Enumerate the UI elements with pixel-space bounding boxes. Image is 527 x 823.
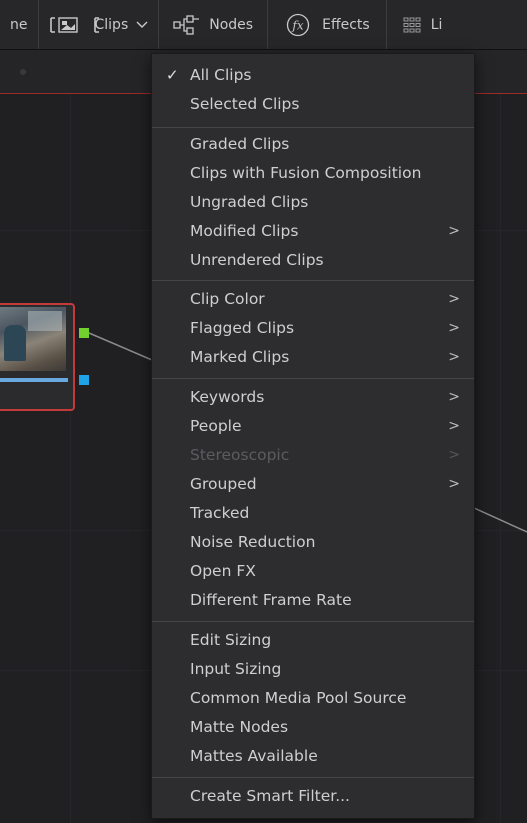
menu-item-grouped[interactable]: Grouped >: [152, 470, 474, 499]
corrector-node[interactable]: [0, 303, 75, 411]
menu-item-fusion-clips[interactable]: Clips with Fusion Composition: [152, 159, 474, 188]
fx-icon: fx: [286, 13, 310, 37]
menu-item-label: Clip Color: [190, 290, 265, 308]
menu-item-label: Marked Clips: [190, 348, 290, 366]
menu-item-ungraded-clips[interactable]: Ungraded Clips: [152, 188, 474, 217]
grid-icon: [403, 17, 421, 33]
chevron-down-icon: [136, 21, 148, 29]
menu-item-common-media-pool-source[interactable]: Common Media Pool Source: [152, 684, 474, 713]
menu-item-label: Flagged Clips: [190, 319, 295, 337]
menu-item-all-clips[interactable]: ✓ All Clips: [152, 61, 474, 90]
menu-item-edit-sizing[interactable]: Edit Sizing: [152, 626, 474, 655]
lightbox-label: Li: [430, 16, 443, 33]
menu-item-label: Common Media Pool Source: [190, 689, 407, 707]
menu-item-marked-clips[interactable]: Marked Clips >: [152, 343, 474, 372]
menu-item-label: Graded Clips: [190, 135, 290, 153]
menu-item-create-smart-filter[interactable]: Create Smart Filter...: [152, 782, 474, 811]
chevron-right-icon: >: [448, 223, 460, 239]
cut-tab-label: ne: [10, 16, 28, 33]
menu-item-modified-clips[interactable]: Modified Clips >: [152, 217, 474, 246]
clips-label: Clips: [94, 16, 129, 33]
nodes-label: Nodes: [209, 16, 254, 33]
menu-item-selected-clips[interactable]: Selected Clips: [152, 90, 474, 119]
menu-separator: [152, 127, 474, 128]
chevron-right-icon: >: [448, 389, 460, 405]
menu-item-keywords[interactable]: Keywords >: [152, 383, 474, 412]
menu-item-label: Mattes Available: [190, 747, 318, 765]
menu-item-stereoscopic: Stereoscopic >: [152, 441, 474, 470]
clips-icon: [49, 16, 101, 34]
lightbox-button[interactable]: Li: [387, 0, 451, 49]
menu-separator: [152, 378, 474, 379]
menu-item-label: Stereoscopic: [190, 446, 290, 464]
effects-button[interactable]: fx Effects: [268, 0, 386, 49]
effects-label: Effects: [322, 16, 370, 33]
menu-item-label: All Clips: [190, 66, 252, 84]
menu-item-label: Open FX: [190, 562, 256, 580]
chevron-right-icon: >: [448, 291, 460, 307]
menu-item-graded-clips[interactable]: Graded Clips: [152, 130, 474, 159]
menu-item-label: Clips with Fusion Composition: [190, 164, 422, 182]
node-thumbnail: [0, 307, 66, 371]
clips-button[interactable]: Clips: [39, 0, 159, 49]
menu-separator: [152, 621, 474, 622]
checkmark-icon: ✓: [166, 66, 179, 84]
menu-item-label: Input Sizing: [190, 660, 282, 678]
clips-filter-menu: ✓ All Clips Selected Clips Graded Clips …: [151, 53, 475, 819]
menu-item-input-sizing[interactable]: Input Sizing: [152, 655, 474, 684]
menu-item-matte-nodes[interactable]: Matte Nodes: [152, 713, 474, 742]
chevron-right-icon: >: [448, 447, 460, 463]
menu-item-label: Grouped: [190, 475, 257, 493]
chevron-right-icon: >: [448, 418, 460, 434]
menu-item-label: Keywords: [190, 388, 265, 406]
menu-item-people[interactable]: People >: [152, 412, 474, 441]
menu-separator: [152, 777, 474, 778]
chevron-right-icon: >: [448, 320, 460, 336]
menu-item-label: Selected Clips: [190, 95, 300, 113]
menu-item-tracked[interactable]: Tracked: [152, 499, 474, 528]
menu-item-noise-reduction[interactable]: Noise Reduction: [152, 528, 474, 557]
menu-item-label: Edit Sizing: [190, 631, 272, 649]
menu-item-label: Tracked: [190, 504, 250, 522]
chevron-right-icon: >: [448, 476, 460, 492]
menu-item-clip-color[interactable]: Clip Color >: [152, 285, 474, 314]
menu-item-label: Create Smart Filter...: [190, 787, 350, 805]
menu-item-unrendered-clips[interactable]: Unrendered Clips: [152, 246, 474, 275]
svg-text:fx: fx: [291, 18, 303, 32]
menu-item-label: Unrendered Clips: [190, 251, 324, 269]
node-output-port[interactable]: [79, 328, 89, 338]
menu-item-label: Ungraded Clips: [190, 193, 309, 211]
menu-separator: [152, 280, 474, 281]
tab-cut[interactable]: ne: [0, 0, 38, 49]
menu-item-label: People: [190, 417, 242, 435]
menu-item-label: Different Frame Rate: [190, 591, 352, 609]
nodes-icon: [173, 14, 201, 35]
top-toolbar: ne Clips Nodes fx Effects Li: [0, 0, 527, 50]
menu-item-mattes-available[interactable]: Mattes Available: [152, 742, 474, 771]
menu-item-different-frame-rate[interactable]: Different Frame Rate: [152, 586, 474, 615]
nodes-button[interactable]: Nodes: [159, 0, 267, 49]
menu-item-label: Noise Reduction: [190, 533, 316, 551]
menu-item-label: Matte Nodes: [190, 718, 289, 736]
menu-item-flagged-clips[interactable]: Flagged Clips >: [152, 314, 474, 343]
node-status-bar: [0, 378, 68, 382]
node-key-input-port[interactable]: [79, 375, 89, 385]
menu-item-open-fx[interactable]: Open FX: [152, 557, 474, 586]
chevron-right-icon: >: [448, 349, 460, 365]
menu-item-label: Modified Clips: [190, 222, 299, 240]
